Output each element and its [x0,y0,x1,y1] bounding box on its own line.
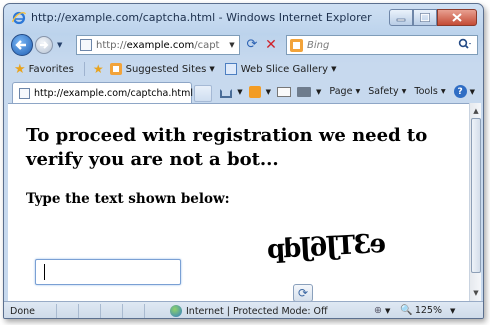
maximize-icon [420,13,430,22]
scroll-thumb[interactable] [471,118,481,273]
search-button[interactable] [453,38,477,53]
page-icon [19,87,30,99]
chevron-down-icon: ▼ [209,65,215,73]
tools-menu-label: Tools [414,86,438,97]
refresh-icon: ⟳ [246,37,258,52]
reload-icon: ⟳ [297,286,309,300]
feeds-icon[interactable] [248,85,261,98]
star-icon: ★ [14,61,26,77]
close-button[interactable] [437,9,477,26]
new-tab-button[interactable] [194,85,212,102]
tools-menu[interactable]: Tools ▾ [414,86,445,97]
mail-icon[interactable] [277,86,292,97]
minimize-icon [396,18,406,21]
page-heading: To proceed with registration we need to … [26,125,428,170]
chevron-down-icon[interactable]: ▼ [385,307,390,315]
page-menu-label: Page [329,86,353,97]
home-icon[interactable] [220,89,233,98]
search-box[interactable]: Bing [286,35,478,55]
minimize-button[interactable] [389,9,413,26]
back-button[interactable] [11,34,33,56]
page-icon [80,39,92,51]
stop-icon: ✕ [265,37,277,53]
security-zone-label: Internet | Protected Mode: Off [186,305,328,317]
address-dropdown-icon[interactable]: ▼ [225,41,239,49]
command-bar: ▼ ▼ ▼ Page ▾ Safety ▾ Tools ▾ ? ▼ [218,85,475,98]
maximize-button[interactable] [413,9,437,26]
captcha-input[interactable] [35,259,181,285]
status-right-controls: ⊕ ▼ 🔍 125% ▼ [374,305,455,316]
tab-captcha[interactable]: http://example.com/captcha.html [12,82,194,103]
captcha-instruction: Type the text shown below: [26,191,230,207]
url-prefix: http:// [96,39,127,51]
chevron-down-icon[interactable]: ▼ [470,88,475,96]
divider [83,62,85,76]
page-menu[interactable]: Page ▾ [329,86,360,97]
address-url: http://example.com/capt [96,40,225,51]
window-title: http://example.com/captcha.html - Window… [31,11,372,24]
refresh-button[interactable]: ⟳ [244,37,260,53]
status-panes [56,304,166,318]
protected-mode-icon[interactable]: ⊕ [374,305,382,316]
search-icon [458,38,471,49]
help-icon[interactable]: ? [453,85,467,98]
scroll-up-icon[interactable]: ▲ [470,105,482,117]
captcha-reload-button[interactable]: ⟳ [293,284,313,301]
chevron-down-icon: ▼ [331,65,337,73]
add-to-favorites-icon[interactable]: ★ [93,62,104,76]
globe-icon [170,305,182,317]
safety-menu-label: Safety [368,86,399,97]
chevron-down-icon[interactable]: ▼ [237,88,242,96]
back-arrow-icon [15,40,26,50]
web-slice-gallery-link[interactable]: Web Slice Gallery ▼ [224,63,337,75]
tab-label: http://example.com/captcha.html [34,87,194,99]
bing-icon [290,38,303,52]
address-bar[interactable]: http://example.com/capt ▼ [76,35,240,55]
recent-pages-dropdown[interactable]: ▼ [57,41,62,49]
close-icon [452,13,462,22]
stop-button[interactable]: ✕ [263,37,279,53]
status-pane [122,304,144,318]
zoom-level[interactable]: 125% [415,305,442,316]
page-content: To proceed with registration we need to … [8,103,469,301]
search-placeholder: Bing [307,39,330,51]
security-zone[interactable]: Internet | Protected Mode: Off [170,305,328,317]
browser-window: http://example.com/captcha.html - Window… [3,3,484,319]
status-pane [144,304,166,318]
forward-arrow-icon [40,41,49,49]
status-pane [78,304,100,318]
safety-menu[interactable]: Safety ▾ [368,86,406,97]
web-slice-icon [224,63,237,75]
favorites-bar: ★ Favorites ★ Suggested Sites ▼ Web Slic… [4,58,483,80]
status-bar: Done Internet | Protected Mode: Off ⊕ ▼ … [4,301,483,318]
url-rest: /capt [194,39,220,51]
vertical-scrollbar[interactable]: ▲ ▼ [469,103,481,301]
chevron-down-icon[interactable]: ▼ [266,88,271,96]
suggested-sites-label: Suggested Sites [125,63,207,75]
chevron-down-icon[interactable]: ▼ [316,88,321,96]
web-slice-gallery-label: Web Slice Gallery [240,63,329,75]
favorites-button[interactable]: ★ Favorites [14,62,74,77]
tab-row: http://example.com/captcha.html ▼ ▼ ▼ Pa… [4,80,483,103]
status-pane [56,304,78,318]
favorites-label: Favorites [28,63,74,75]
ie-logo-icon [12,11,26,25]
print-icon[interactable] [297,86,312,97]
window-controls [389,9,477,26]
chevron-down-icon[interactable]: ▼ [450,307,455,315]
zoom-icon[interactable]: 🔍 [400,305,412,316]
status-pane [100,304,122,318]
navigation-bar: ▼ http://example.com/capt ▼ ⟳ ✕ Bing [4,32,483,58]
title-bar: http://example.com/captcha.html - Window… [4,4,483,32]
suggested-sites-icon [109,63,122,75]
status-text: Done [10,306,35,317]
suggested-sites-link[interactable]: Suggested Sites ▼ [109,63,215,75]
text-cursor [44,264,45,280]
url-domain: example.com [126,39,195,51]
forward-button[interactable] [35,36,53,54]
captcha-image: e3TJ6Jdp [268,228,387,266]
scroll-down-icon[interactable]: ▼ [470,287,482,299]
